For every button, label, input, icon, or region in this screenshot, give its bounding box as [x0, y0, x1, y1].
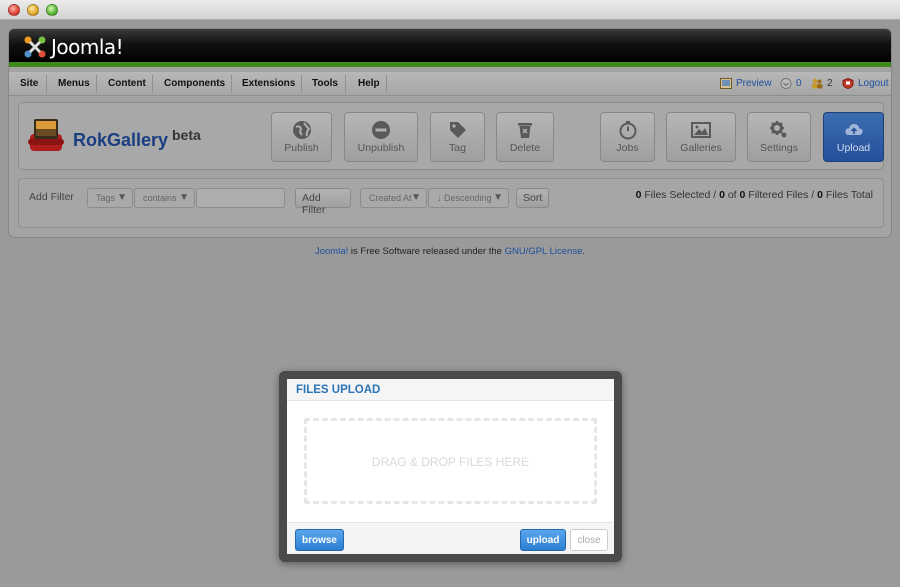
- sort-field-value: Created At: [369, 193, 412, 203]
- delete-label: Delete: [509, 142, 541, 154]
- minimize-window-button[interactable]: [27, 4, 39, 16]
- filter-field-select[interactable]: Tags ▼: [87, 188, 133, 208]
- modal-body: FILES UPLOAD DRAG & DROP FILES HERE brow…: [287, 379, 614, 554]
- joomla-header: Joomla!: [9, 29, 891, 67]
- publish-label: Publish: [284, 142, 319, 154]
- menu-content[interactable]: Content: [108, 78, 146, 89]
- menu-components[interactable]: Components: [164, 78, 225, 89]
- filter-operator-value: contains: [143, 193, 177, 203]
- joomla-logo-icon: [23, 35, 47, 59]
- menu-extensions[interactable]: Extensions: [242, 78, 295, 89]
- chevron-down-icon: ▼: [493, 192, 503, 203]
- menu-menus[interactable]: Menus: [58, 78, 90, 89]
- publish-button[interactable]: Publish: [271, 112, 332, 162]
- minus-circle-icon: [372, 121, 390, 139]
- joomla-link[interactable]: Joomla!: [315, 246, 348, 257]
- dropzone-text: DRAG & DROP FILES HERE: [371, 455, 530, 469]
- file-dropzone[interactable]: DRAG & DROP FILES HERE: [304, 418, 597, 504]
- jobs-label: Jobs: [616, 142, 639, 154]
- users-count: 2: [827, 78, 833, 89]
- filter-field-value: Tags: [96, 193, 116, 203]
- tag-label: Tag: [449, 142, 466, 154]
- close-window-button[interactable]: [8, 4, 20, 16]
- preview-label: Preview: [736, 78, 772, 89]
- jobs-button[interactable]: Jobs: [600, 112, 655, 162]
- filter-operator-select[interactable]: contains ▼: [134, 188, 195, 208]
- settings-button[interactable]: Settings: [747, 112, 811, 162]
- filter-bar: Add Filter Tags ▼ contains ▼ Add Filter …: [18, 178, 884, 228]
- upload-button[interactable]: Upload: [823, 112, 884, 162]
- messages-icon: [780, 78, 792, 89]
- logout-label: Logout: [858, 78, 889, 89]
- browse-button[interactable]: browse: [295, 529, 344, 551]
- window-titlebar: [0, 0, 900, 20]
- license-note: Joomla! is Free Software released under …: [314, 246, 585, 257]
- menu-tools[interactable]: Tools: [312, 78, 338, 89]
- admin-frame: Joomla! Site Menus Content Components Ex…: [8, 28, 892, 238]
- tag-icon: [449, 122, 466, 138]
- menu-help[interactable]: Help: [358, 78, 380, 89]
- files-upload-modal: FILES UPLOAD DRAG & DROP FILES HERE brow…: [279, 371, 622, 562]
- galleries-label: Galleries: [680, 142, 722, 154]
- stopwatch-icon: [619, 121, 636, 140]
- chevron-down-icon: ▼: [411, 192, 421, 203]
- sort-field-select[interactable]: Created At ▼: [360, 188, 427, 208]
- users-icon: [812, 78, 823, 89]
- modal-header: FILES UPLOAD: [287, 379, 614, 401]
- preview-link[interactable]: Preview: [720, 78, 772, 89]
- rokgallery-toolbar: RokGallery beta Publish Unpublish Tag De…: [18, 102, 884, 170]
- tag-button[interactable]: Tag: [430, 112, 485, 162]
- globe-icon: [292, 121, 311, 139]
- users-status[interactable]: 2: [811, 78, 833, 89]
- license-link[interactable]: GNU/GPL License: [505, 246, 583, 257]
- messages-count: 0: [796, 78, 802, 89]
- upload-label: Upload: [836, 142, 871, 154]
- chevron-down-icon: ▼: [179, 192, 189, 203]
- unpublish-label: Unpublish: [357, 142, 405, 154]
- preview-icon: [720, 78, 732, 89]
- picture-icon: [691, 122, 711, 138]
- main-menubar: Site Menus Content Components Extensions…: [9, 72, 891, 96]
- logout-link[interactable]: Logout: [842, 78, 889, 89]
- add-filter-button[interactable]: Add Filter: [295, 188, 351, 216]
- app-beta-badge: beta: [172, 127, 201, 143]
- delete-button[interactable]: Delete: [496, 112, 554, 162]
- modal-title: FILES UPLOAD: [296, 384, 381, 396]
- logout-icon: [842, 78, 854, 89]
- sort-direction-select[interactable]: ↓ Descending ▼: [428, 188, 509, 208]
- app-title: RokGallery: [73, 130, 169, 150]
- settings-label: Settings: [760, 142, 798, 154]
- close-modal-button[interactable]: close: [570, 529, 608, 551]
- rokgallery-logo-icon: [28, 119, 64, 151]
- sort-direction-value: ↓ Descending: [437, 193, 492, 203]
- zoom-window-button[interactable]: [46, 4, 58, 16]
- joomla-logo[interactable]: Joomla!: [23, 35, 124, 59]
- chevron-down-icon: ▼: [117, 192, 127, 203]
- gear-icon: [770, 121, 787, 138]
- cloud-upload-icon: [844, 124, 863, 135]
- modal-footer: browse upload close: [287, 522, 614, 554]
- messages-status[interactable]: 0: [780, 78, 802, 89]
- sort-button[interactable]: Sort: [516, 188, 549, 208]
- trash-icon: [518, 123, 532, 138]
- add-filter-label: Add Filter: [29, 191, 74, 203]
- menu-site[interactable]: Site: [20, 78, 38, 89]
- galleries-button[interactable]: Galleries: [666, 112, 736, 162]
- unpublish-button[interactable]: Unpublish: [344, 112, 418, 162]
- joomla-logo-text: Joomla!: [51, 35, 124, 59]
- filter-value-input[interactable]: [196, 188, 285, 208]
- upload-submit-button[interactable]: upload: [520, 529, 566, 551]
- files-count-summary: 0 Files Selected / 0 of 0 Filtered Files…: [635, 189, 873, 201]
